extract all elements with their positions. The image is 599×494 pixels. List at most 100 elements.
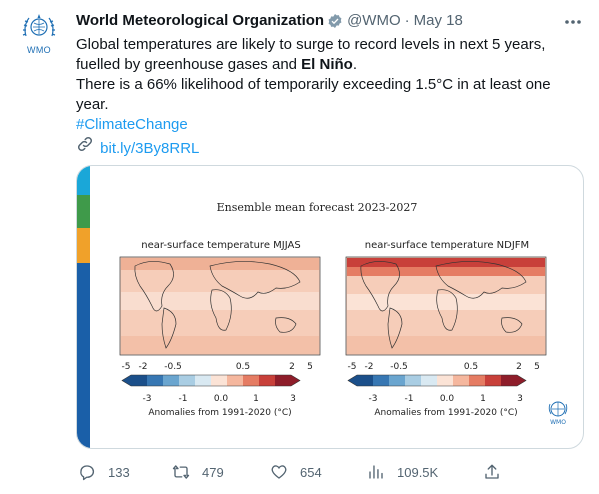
right-top-tick-1: -5 — [348, 362, 357, 372]
right-bottom-tick-3: 0.0 — [440, 394, 455, 404]
right-colorbar-swatch — [501, 375, 517, 386]
left-colorbar-swatches — [121, 374, 301, 387]
stripe-cyan — [77, 166, 90, 195]
left-top-tick-4: 0.5 — [236, 362, 250, 372]
tweet-line-4: year. — [76, 96, 109, 113]
right-top-tick-6: 5 — [534, 362, 540, 372]
reply-icon — [80, 465, 95, 481]
like-count: 654 — [300, 464, 322, 480]
retweet-button[interactable]: 479 — [172, 458, 224, 486]
verified-badge-icon — [328, 14, 342, 28]
right-map — [345, 256, 547, 356]
right-bottom-tick-5: 3 — [517, 394, 523, 404]
forecast-figure: Ensemble mean forecast 2023-2027 near-su… — [119, 201, 568, 426]
left-bottom-tick-2: -1 — [179, 394, 188, 404]
left-colorbar-swatch — [211, 375, 227, 386]
retweet-icon — [172, 465, 190, 479]
right-colorbar-swatch — [405, 375, 421, 386]
right-colorbar-label: Anomalies from 1991-2020 (°C) — [374, 408, 517, 418]
like-button[interactable]: 654 — [270, 458, 322, 486]
left-bottom-tick-1: -3 — [143, 394, 152, 404]
right-colorbar-swatch — [485, 375, 501, 386]
left-panel-title: near-surface temperature MJJAS — [141, 240, 300, 251]
tweet-line-3: There is a 66% likelihood of temporarily… — [76, 76, 551, 93]
right-colorbar-swatch — [373, 375, 389, 386]
hashtag-link[interactable]: #ClimateChange — [76, 115, 581, 135]
right-panel-title: near-surface temperature NDJFM — [365, 240, 529, 251]
right-top-tick-3: -0.5 — [390, 362, 408, 372]
left-top-tick-6: 5 — [307, 362, 313, 372]
right-colorbar-arrow-left — [348, 375, 357, 386]
left-bottom-tick-4: 1 — [253, 394, 259, 404]
tweet-line-2-end: . — [352, 56, 358, 73]
left-top-tick-1: -5 — [122, 362, 131, 372]
views-chart-icon — [369, 465, 383, 479]
reply-button[interactable]: 133 — [78, 458, 130, 486]
left-colorbar-swatch — [163, 375, 179, 386]
stripe-green — [77, 195, 90, 228]
right-top-tick-4: 0.5 — [464, 362, 478, 372]
tweet-date[interactable]: May 18 — [414, 11, 463, 31]
tweet-line-2: fuelled by greenhouse gases and El Niño. — [76, 55, 581, 75]
left-colorbar-swatch — [243, 375, 259, 386]
left-top-tick-3: -0.5 — [164, 362, 182, 372]
left-colorbar-swatch — [259, 375, 275, 386]
left-top-tick-5: 2 — [289, 362, 295, 372]
right-colorbar: -5 -2 -0.5 0.5 2 5 -3 -1 0.0 1 3 Anomali… — [347, 362, 540, 418]
separator-dot: · — [404, 12, 410, 29]
action-bar: 133 479 654 109.5K — [76, 458, 506, 486]
left-bottom-tick-5: 3 — [290, 394, 296, 404]
url-link-row[interactable]: bit.ly/3By8RRL — [76, 135, 581, 159]
left-top-tick-2: -2 — [139, 362, 148, 372]
left-colorbar-arrow-right — [291, 375, 300, 386]
author-handle[interactable]: @WMO — [347, 11, 401, 31]
heart-icon — [271, 465, 287, 479]
el-nino-bold: El Niño — [301, 56, 353, 73]
views-count: 109.5K — [397, 464, 439, 480]
right-top-tick-5: 2 — [516, 362, 522, 372]
reply-count: 133 — [108, 464, 130, 480]
left-colorbar-swatch — [131, 375, 147, 386]
share-icon — [485, 464, 499, 479]
tweet-text: Global temperatures are likely to surge … — [76, 35, 581, 159]
url-link[interactable]: bit.ly/3By8RRL — [100, 140, 199, 157]
more-options-icon[interactable] — [562, 12, 584, 32]
right-bottom-tick-4: 1 — [480, 394, 486, 404]
media-card[interactable]: Ensemble mean forecast 2023-2027 near-su… — [76, 165, 584, 449]
author-name[interactable]: World Meteorological Organization — [76, 11, 324, 31]
link-icon — [77, 136, 93, 152]
left-colorbar-arrow-left — [122, 375, 131, 386]
right-colorbar-swatch — [437, 375, 453, 386]
right-colorbar-swatches — [347, 374, 527, 387]
left-colorbar-swatch — [179, 375, 195, 386]
left-colorbar-label: Anomalies from 1991-2020 (°C) — [148, 408, 291, 418]
figure-title: Ensemble mean forecast 2023-2027 — [217, 201, 418, 214]
left-colorbar-swatch — [275, 375, 291, 386]
left-colorbar-swatch — [227, 375, 243, 386]
right-top-tick-2: -2 — [365, 362, 374, 372]
color-stripes — [77, 166, 90, 448]
stripe-orange — [77, 228, 90, 263]
figure-wmo-logo-icon: WMO — [548, 401, 568, 426]
left-colorbar-swatch — [147, 375, 163, 386]
right-colorbar-swatch — [357, 375, 373, 386]
right-bottom-tick-2: -1 — [405, 394, 414, 404]
avatar[interactable]: WMO — [17, 12, 61, 56]
right-bottom-tick-1: -3 — [369, 394, 378, 404]
tweet: WMO World Meteorological Organization @W… — [0, 0, 599, 494]
right-colorbar-swatch — [421, 375, 437, 386]
stripe-blue — [77, 263, 90, 448]
left-map — [119, 256, 321, 356]
right-colorbar-swatch — [469, 375, 485, 386]
views-button[interactable]: 109.5K — [367, 458, 438, 486]
right-colorbar-swatch — [453, 375, 469, 386]
share-button[interactable] — [483, 458, 513, 486]
right-colorbar-arrow-right — [517, 375, 526, 386]
left-bottom-tick-3: 0.0 — [214, 394, 229, 404]
retweet-count: 479 — [202, 464, 224, 480]
tweet-line-2-text: fuelled by greenhouse gases and — [76, 56, 302, 73]
tweet-line-1: Global temperatures are likely to surge … — [76, 36, 546, 53]
figure-logo-label: WMO — [550, 419, 566, 426]
avatar-label: WMO — [27, 45, 51, 55]
left-colorbar-swatch — [195, 375, 211, 386]
